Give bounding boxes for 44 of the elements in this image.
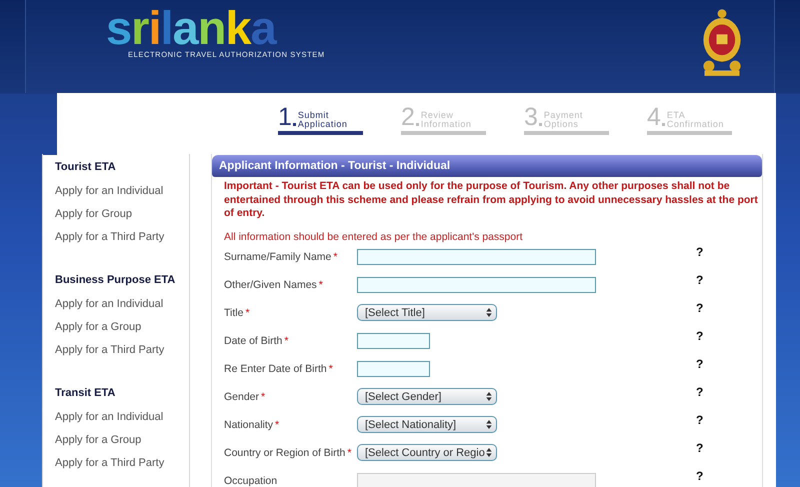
updown-arrow-icon: [486, 392, 492, 401]
help-link[interactable]: ?: [696, 328, 704, 342]
select-dropdown[interactable]: [Select Gender]: [357, 388, 497, 405]
select-dropdown[interactable]: [Select Title]: [357, 304, 497, 321]
input-field[interactable]: [357, 248, 596, 264]
select-dropdown[interactable]: [Select Nationality]: [357, 416, 497, 433]
notice-text: Important - Tourist ETA can be used only for the purpose of Tourism. Any other purposes shall not be entertained through this scheme and please refrain from applying to avoid unnecessary hassles at the port of entry.: [223, 179, 759, 220]
sidebar-link[interactable]: Apply for an Individual: [55, 180, 164, 203]
sidebar-link[interactable]: Apply for a Third Party: [55, 339, 164, 362]
help-link[interactable]: ?: [696, 384, 704, 398]
field-label: Gender *: [224, 390, 266, 402]
updown-arrow-icon: [486, 420, 492, 429]
help-link[interactable]: ?: [696, 356, 704, 370]
input-field[interactable]: [357, 276, 596, 292]
help-link[interactable]: ?: [696, 412, 704, 426]
field-label: Occupation: [224, 474, 278, 486]
date-field[interactable]: [357, 332, 430, 348]
field-label: Country or Region of Birth *: [224, 446, 352, 458]
section-header: Applicant Information - Tourist - Individual: [212, 155, 762, 177]
date-field[interactable]: [357, 360, 430, 376]
sidebar-link[interactable]: Apply for a Group: [55, 429, 142, 452]
field-label: Date of Birth *: [224, 334, 290, 346]
sidebar-heading: Transit ETA: [55, 386, 116, 401]
updown-arrow-icon: [486, 308, 492, 317]
help-link[interactable]: ?: [696, 244, 704, 258]
help-link[interactable]: ?: [696, 300, 704, 314]
help-link[interactable]: ?: [696, 272, 704, 286]
help-link[interactable]: ?: [696, 440, 704, 454]
sidebar-link[interactable]: Apply for a Third Party: [55, 452, 164, 475]
field-label: Other/Given Names *: [224, 278, 324, 290]
select-dropdown[interactable]: [Select Country or Regio: [357, 444, 497, 461]
sidebar-link[interactable]: Apply for an Individual: [55, 293, 164, 316]
updown-arrow-icon: [486, 448, 492, 457]
sidebar-link[interactable]: Apply for a Group: [55, 316, 142, 339]
field-label: Re Enter Date of Birth *: [224, 362, 334, 374]
sidebar-heading: Business Purpose ETA: [55, 273, 176, 288]
field-label: Surname/Family Name *: [224, 250, 338, 262]
field-label: Nationality *: [224, 418, 280, 430]
field-label: Title *: [224, 306, 251, 318]
instruction-text: All information should be entered as per the applicant's passport: [223, 230, 524, 242]
sidebar-link[interactable]: Apply for Group: [55, 203, 132, 226]
sidebar-heading: Tourist ETA: [55, 160, 116, 175]
sidebar-link[interactable]: Apply for an Individual: [55, 406, 164, 429]
sidebar-link[interactable]: Apply for a Third Party: [55, 226, 164, 249]
